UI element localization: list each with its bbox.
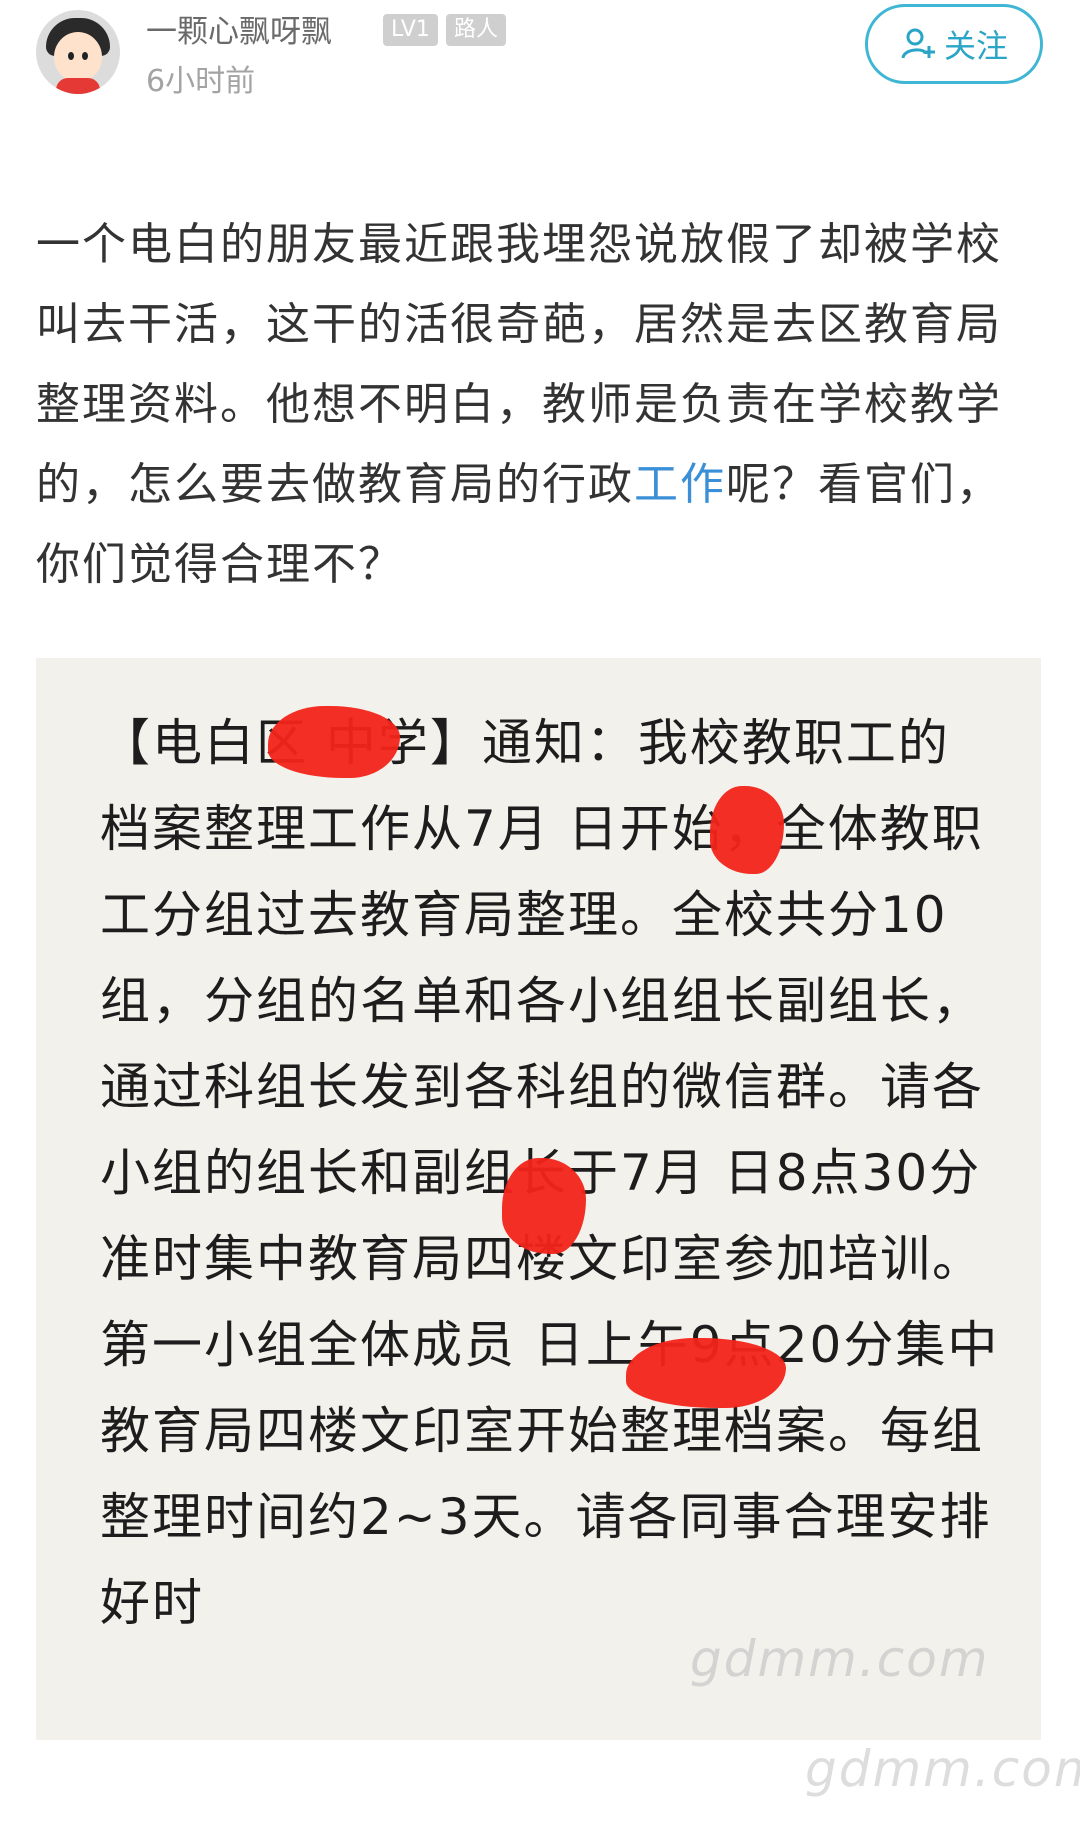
redaction-mark <box>268 706 400 778</box>
avatar-body <box>56 78 100 94</box>
avatar[interactable] <box>36 10 120 94</box>
post-text: 一个电白的朋友最近跟我埋怨说放假了却被学校叫去干活，这干的活很奇葩，居然是去区教… <box>36 205 1046 605</box>
post-time: 6小时前 <box>146 64 256 99</box>
redaction-mark <box>502 1158 586 1254</box>
avatar-eye <box>82 52 88 60</box>
username[interactable]: 一颗心飘呀飘 <box>146 6 332 51</box>
post-header: 一颗心飘呀飘 LV1 路人 6小时前 关注 <box>0 0 1080 130</box>
add-user-icon <box>900 26 936 62</box>
level-badge: LV1 <box>383 14 438 46</box>
redaction-mark <box>626 1338 786 1408</box>
avatar-eye <box>68 52 74 60</box>
post-link[interactable]: 工作 <box>634 459 726 510</box>
watermark: gdmm.com <box>690 1630 990 1688</box>
watermark: gdmm.com <box>805 1740 1080 1798</box>
avatar-face <box>54 32 102 82</box>
notice-screenshot-image[interactable]: 【电白区 中学】通知：我校教职工的档案整理工作从7月 日开始，全体教职工分组过去… <box>36 658 1041 1740</box>
redaction-mark <box>710 786 784 874</box>
follow-label: 关注 <box>943 27 1008 65</box>
follow-button[interactable]: 关注 <box>865 4 1043 84</box>
role-badge: 路人 <box>446 14 507 46</box>
